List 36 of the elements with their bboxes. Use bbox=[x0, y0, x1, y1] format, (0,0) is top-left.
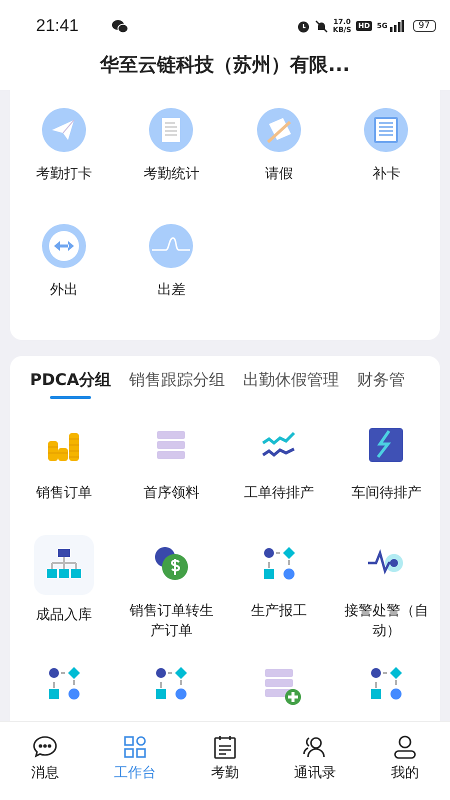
grid-icon bbox=[122, 734, 148, 760]
app-label: 成品入库 bbox=[36, 606, 92, 625]
app-label: 车间待排产 bbox=[351, 484, 422, 503]
tree-icon[interactable] bbox=[34, 535, 94, 595]
group-tab[interactable]: 出勤休假管理 bbox=[243, 370, 340, 399]
app-label: 首序领料 bbox=[143, 484, 200, 503]
app-label: 生产报工 bbox=[250, 602, 307, 621]
group-tab[interactable]: 财务管 bbox=[357, 370, 406, 399]
nav-tab[interactable]: 消息 bbox=[0, 722, 90, 800]
chat-bubbles-icon bbox=[112, 20, 128, 32]
clock-time: 21:41 bbox=[36, 16, 79, 36]
chat-icon bbox=[32, 734, 58, 760]
calendar-icon bbox=[212, 734, 238, 760]
nav-tab[interactable]: 考勤 bbox=[180, 722, 270, 800]
battery-level: 97 bbox=[412, 20, 436, 32]
app-label: 补卡 bbox=[372, 165, 400, 184]
alarm-clock-icon bbox=[296, 20, 310, 32]
contacts-icon bbox=[302, 734, 328, 760]
app-label: 工单待排产 bbox=[244, 484, 314, 503]
app-label: 销售订单转生产订单 bbox=[128, 602, 214, 641]
nav-tab[interactable]: 工作台 bbox=[90, 722, 180, 800]
signal-icon bbox=[390, 20, 404, 32]
app-label: 接警处警（自动） bbox=[343, 602, 430, 641]
app-label: 销售订单 bbox=[36, 484, 92, 503]
app-label: 外出 bbox=[50, 281, 78, 300]
app-label: 考勤统计 bbox=[143, 165, 200, 184]
app-label: 出差 bbox=[157, 281, 186, 300]
app-label: 考勤打卡 bbox=[36, 165, 92, 184]
muted-bell-icon bbox=[314, 20, 328, 32]
person-icon bbox=[392, 734, 418, 760]
nav-tab[interactable]: 我的 bbox=[360, 722, 450, 800]
group-tab[interactable]: PDCA分组 bbox=[30, 370, 112, 399]
company-title: 华至云链科技（苏州）有限... bbox=[100, 53, 350, 78]
app-label: 请假 bbox=[264, 165, 293, 184]
nav-tab[interactable]: 通讯录 bbox=[270, 722, 360, 800]
group-tab[interactable]: 销售跟踪分组 bbox=[129, 370, 226, 399]
